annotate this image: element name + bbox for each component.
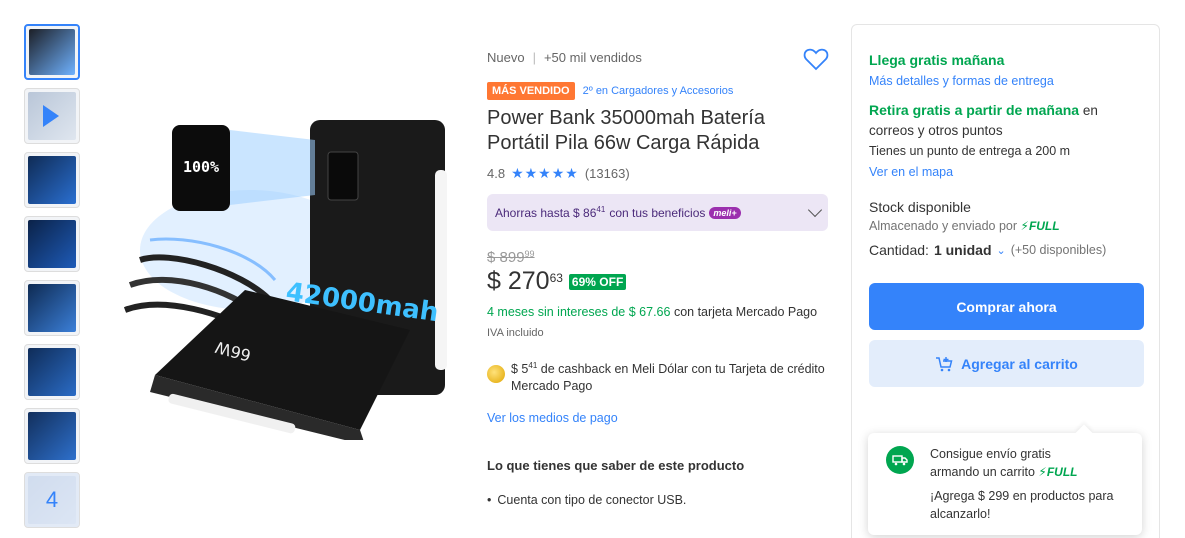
thumb-5[interactable] bbox=[24, 280, 80, 336]
pickup-point-text: Tienes un punto de entrega a 200 m bbox=[869, 144, 1071, 158]
sold-count: +50 mil vendidos bbox=[543, 50, 642, 65]
discount-badge: 69% OFF bbox=[568, 273, 627, 290]
best-seller-badge: MÁS VENDIDO bbox=[487, 82, 575, 100]
product-subtitle: Nuevo | +50 mil vendidos bbox=[487, 50, 832, 65]
main-product-image[interactable]: 100% 42000mah 66W bbox=[110, 100, 470, 445]
condition: Nuevo bbox=[487, 50, 525, 65]
add-to-cart-label: Agregar al carrito bbox=[961, 355, 1078, 372]
quantity-value: 1 unidad bbox=[933, 242, 992, 258]
thumb-powerbank[interactable] bbox=[24, 24, 80, 80]
quantity-selector[interactable]: Cantidad: 1 unidad ⌄ (+50 disponibles) bbox=[869, 242, 1144, 258]
play-icon bbox=[43, 105, 59, 127]
thumb-8[interactable]: 4 bbox=[24, 472, 80, 528]
thumb-7[interactable] bbox=[24, 408, 80, 464]
product-highlights-title: Lo que tienes que saber de este producto bbox=[487, 458, 745, 474]
map-link[interactable]: Ver en el mapa bbox=[869, 165, 1144, 179]
current-price: $ 27063 bbox=[487, 267, 563, 295]
category-rank-link[interactable]: 2º en Cargadores y Accesorios bbox=[583, 85, 734, 97]
quantity-available: (+50 disponibles) bbox=[1010, 243, 1107, 257]
rating-value: 4.8 bbox=[487, 166, 506, 181]
separator: | bbox=[532, 50, 536, 65]
thumb-6[interactable] bbox=[24, 344, 80, 400]
cashback-info: $ 541 de cashback en Meli Dólar con tu T… bbox=[487, 357, 832, 395]
product-page: 4 100% 42000mah 66W Nuevo | +50 mil vend… bbox=[0, 0, 1185, 538]
tax-note: IVA incluido bbox=[487, 327, 544, 339]
heart-icon[interactable] bbox=[803, 47, 829, 71]
meli-plus-logo: meli+ bbox=[709, 206, 741, 219]
delivery-details-link[interactable]: Más detalles y formas de entrega bbox=[869, 74, 1144, 88]
thumb-3[interactable] bbox=[24, 152, 80, 208]
add-to-cart-button[interactable]: Agregar al carrito bbox=[869, 340, 1144, 387]
thumbnail-image bbox=[28, 284, 76, 332]
full-logo: ⚡FULL bbox=[1038, 465, 1078, 479]
free-shipping-tooltip: Consigue envío gratis armando un carrito… bbox=[868, 424, 1142, 535]
chevron-down-icon: ⌄ bbox=[996, 244, 1006, 257]
star-icons: ★★★★★ bbox=[511, 165, 579, 181]
thumbnail-image bbox=[29, 29, 75, 75]
truck-icon bbox=[886, 446, 914, 474]
benefit-amount: Ahorras hasta $ 8641 bbox=[495, 205, 606, 220]
more-images-count: 4 bbox=[25, 473, 79, 527]
thumbnail-list: 4 bbox=[24, 24, 80, 536]
quantity-label: Cantidad: bbox=[869, 242, 929, 258]
badge-row: MÁS VENDIDO 2º en Cargadores y Accesorio… bbox=[487, 82, 832, 100]
installments-text: 4 meses sin intereses de $ 67.66 con tar… bbox=[487, 305, 818, 319]
tooltip-text: Consigue envío gratis armando un carrito… bbox=[930, 447, 1114, 521]
cart-add-icon bbox=[936, 356, 953, 371]
power-bank-illustration: 100% 42000mah 66W bbox=[123, 120, 447, 445]
stock-status: Stock disponible bbox=[869, 199, 971, 215]
pickup-text: Retira gratis a partir de mañana en corr… bbox=[869, 102, 1098, 138]
product-title: Power Bank 35000mah Batería Portátil Pil… bbox=[487, 107, 765, 154]
coin-icon bbox=[487, 365, 505, 383]
buy-now-button[interactable]: Comprar ahora bbox=[869, 283, 1144, 330]
thumb-video[interactable] bbox=[24, 88, 80, 144]
benefit-suffix: con tus beneficios bbox=[609, 205, 706, 220]
thumbnail-image bbox=[28, 220, 76, 268]
thumb-4[interactable] bbox=[24, 216, 80, 272]
screen-percent: 100% bbox=[183, 158, 219, 176]
rating-row[interactable]: 4.8 ★★★★★ (13163) bbox=[487, 165, 832, 182]
price-row: $ 27063 69% OFF bbox=[487, 267, 832, 296]
thumbnail-image bbox=[28, 348, 76, 396]
payment-methods-link[interactable]: Ver los medios de pago bbox=[487, 411, 832, 425]
full-logo: ⚡FULL bbox=[1020, 219, 1060, 233]
original-price: $ 89999 bbox=[487, 249, 535, 266]
review-count: (13163) bbox=[584, 166, 630, 181]
thumbnail-image bbox=[28, 156, 76, 204]
fulfillment-text: Almacenado y enviado por ⚡FULL bbox=[869, 219, 1060, 233]
chevron-down-icon bbox=[807, 202, 823, 218]
arrival-text: Llega gratis mañana bbox=[869, 52, 1005, 68]
product-info: Nuevo | +50 mil vendidos MÁS VENDIDO 2º … bbox=[487, 47, 832, 508]
thumbnail-image bbox=[28, 412, 76, 460]
highlight-item: • Cuenta con tipo de conector USB. bbox=[487, 493, 687, 508]
benefits-dropdown[interactable]: Ahorras hasta $ 8641 con tus beneficios … bbox=[487, 194, 828, 231]
